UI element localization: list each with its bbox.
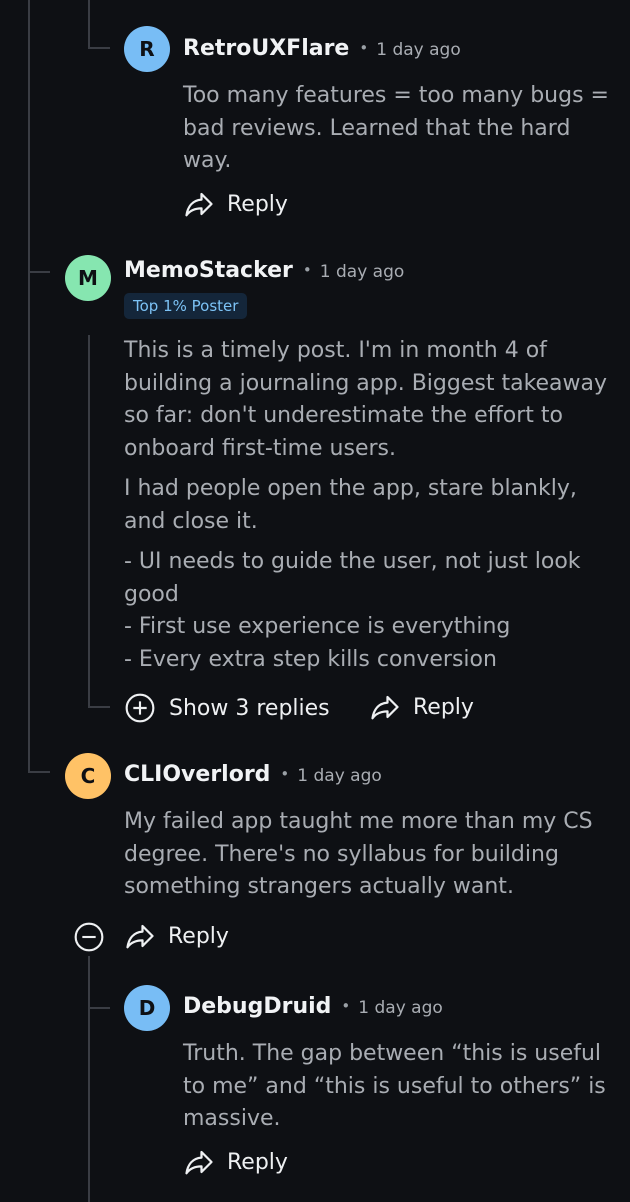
avatar[interactable]: D [124, 985, 170, 1031]
comment-paragraph: Truth. The gap between “this is useful t… [183, 1041, 606, 1131]
share-arrow-icon [125, 921, 155, 951]
reply-label: Reply [227, 191, 288, 217]
avatar[interactable]: M [65, 255, 111, 301]
plus-circle-icon [124, 692, 156, 724]
reply-label: Reply [413, 694, 474, 720]
share-arrow-icon [370, 692, 400, 722]
timestamp[interactable]: 1 day ago [358, 998, 443, 1018]
reply-button[interactable]: Reply [125, 921, 229, 951]
thread-branch [88, 1007, 110, 1009]
comment-paragraph: My failed app taught me more than my CS … [124, 809, 593, 899]
avatar[interactable]: C [65, 753, 111, 799]
thread-line [88, 335, 90, 707]
reply-button[interactable]: Reply [184, 1147, 288, 1177]
thread-line [88, 956, 90, 1202]
show-replies-button[interactable]: Show 3 replies [124, 692, 330, 724]
avatar-initial: C [80, 764, 96, 788]
avatar-initial: M [78, 266, 98, 290]
share-arrow-icon [184, 1147, 214, 1177]
minus-circle-icon [73, 921, 105, 953]
username[interactable]: RetroUXFlare [183, 36, 349, 61]
reply-label: Reply [168, 923, 229, 949]
comment-body: Truth. The gap between “this is useful t… [183, 1038, 613, 1136]
reply-label: Reply [227, 1149, 288, 1175]
avatar-initial: D [138, 996, 156, 1020]
username[interactable]: MemoStacker [124, 258, 293, 283]
thread-branch [28, 771, 50, 773]
separator-dot: • [302, 261, 312, 279]
comment-paragraph: - First use experience is everything [124, 614, 511, 639]
thread-line [28, 0, 30, 252]
comment-paragraph: This is a timely post. I'm in month 4 of… [124, 338, 608, 461]
avatar[interactable]: R [124, 26, 170, 72]
thread-branch [88, 706, 110, 708]
show-replies-label: Show 3 replies [169, 695, 330, 721]
thread-line [88, 0, 90, 48]
timestamp[interactable]: 1 day ago [320, 262, 405, 282]
comment-body: Too many features = too many bugs = bad … [183, 80, 613, 178]
comment-body: This is a timely post. I'm in month 4 of… [124, 335, 614, 676]
separator-dot: • [280, 765, 290, 783]
thread-branch [88, 47, 110, 49]
avatar-initial: R [139, 37, 155, 61]
thread-branch [28, 271, 50, 273]
reply-button[interactable]: Reply [184, 189, 288, 219]
timestamp[interactable]: 1 day ago [297, 766, 382, 786]
status-badge: Top 1% Poster [124, 293, 248, 319]
share-arrow-icon [184, 189, 214, 219]
separator-dot: • [341, 997, 351, 1015]
timestamp[interactable]: 1 day ago [376, 40, 461, 60]
thread-line [28, 252, 30, 772]
username[interactable]: DebugDruid [183, 994, 331, 1019]
comment-paragraph: - Every extra step kills conversion [124, 646, 497, 672]
separator-dot: • [359, 39, 369, 57]
comment-paragraph: Too many features = too many bugs = bad … [183, 83, 609, 173]
username[interactable]: CLIOverlord [124, 762, 270, 787]
comment-body: My failed app taught me more than my CS … [124, 806, 614, 904]
comment-paragraph: I had people open the app, stare blankly… [124, 476, 577, 534]
comment-paragraph: - UI needs to guide the user, not just l… [124, 549, 581, 607]
collapse-thread-button[interactable] [73, 921, 105, 953]
reply-button[interactable]: Reply [370, 692, 474, 722]
